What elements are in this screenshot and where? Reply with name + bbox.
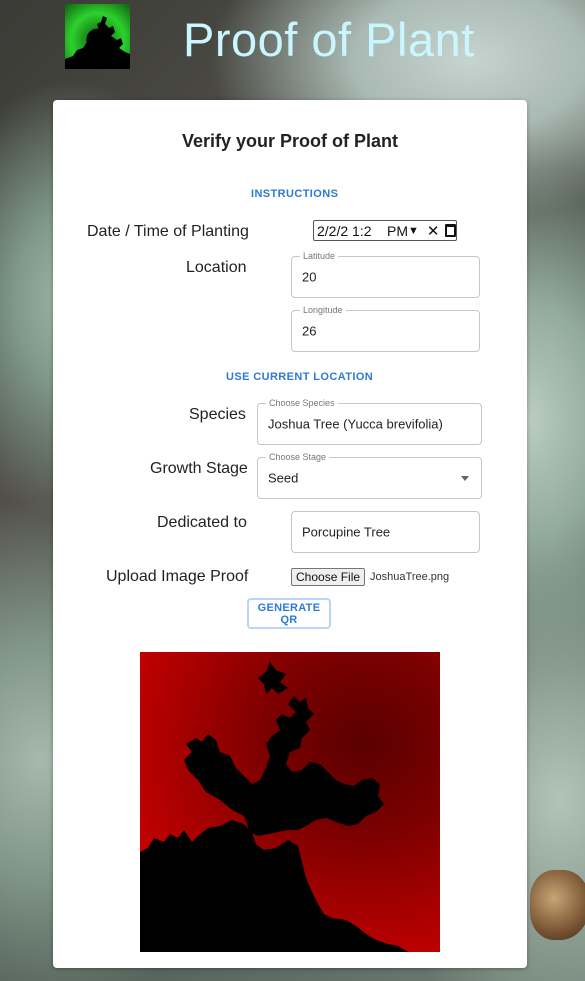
latitude-field[interactable]: Latitude 20 [291, 250, 480, 298]
use-current-location-button[interactable]: USE CURRENT LOCATION [226, 371, 373, 383]
growth-stage-field-label: Choose Stage [266, 451, 330, 463]
qr-fractal-image [140, 652, 440, 952]
upload-label: Upload Image Proof [106, 568, 249, 585]
close-icon[interactable]: ✕ [427, 222, 440, 240]
longitude-field[interactable]: Longitude 26 [291, 304, 480, 352]
file-name: JoshuaTree.png [370, 571, 450, 583]
instructions-button[interactable]: INSTRUCTIONS [251, 188, 338, 200]
chevron-down-icon[interactable]: ▼ [408, 225, 419, 237]
file-upload: Choose File JoshuaTree.png [291, 568, 449, 586]
calendar-icon[interactable] [445, 224, 456, 237]
location-label: Location [186, 259, 247, 276]
dedicated-value: Porcupine Tree [302, 524, 391, 540]
datetime-value: 2/2/2 1:2 [317, 222, 372, 239]
growth-stage-select[interactable]: Choose Stage Seed [257, 451, 482, 499]
dedicated-label: Dedicated to [157, 514, 247, 531]
ampm-value: PM [387, 222, 409, 239]
growth-stage-value: Seed [268, 470, 299, 486]
species-value: Joshua Tree (Yucca brevifolia) [268, 416, 443, 432]
datetime-label: Date / Time of Planting [87, 223, 249, 240]
choose-file-button[interactable]: Choose File [291, 568, 366, 586]
species-label: Species [189, 406, 246, 423]
generate-qr-button[interactable]: GENERATE QR [247, 598, 331, 629]
species-field[interactable]: Choose Species Joshua Tree (Yucca brevif… [257, 397, 482, 445]
card-title: Verify your Proof of Plant [181, 131, 399, 151]
app-title: Proof of Plant [183, 13, 475, 66]
latitude-field-label: Latitude [300, 250, 339, 262]
longitude-value: 26 [302, 323, 317, 339]
dedicated-field[interactable]: Porcupine Tree [291, 511, 480, 553]
datetime-input[interactable]: 2/2/2 1:2 PM ▼ ✕ [313, 220, 457, 241]
background-pebble [530, 870, 585, 940]
latitude-value: 20 [302, 269, 317, 285]
fractal-logo-icon [65, 4, 130, 69]
growth-stage-label: Growth Stage [150, 460, 248, 477]
chevron-down-icon [461, 476, 469, 481]
species-field-label: Choose Species [266, 397, 338, 409]
longitude-field-label: Longitude [300, 304, 346, 316]
